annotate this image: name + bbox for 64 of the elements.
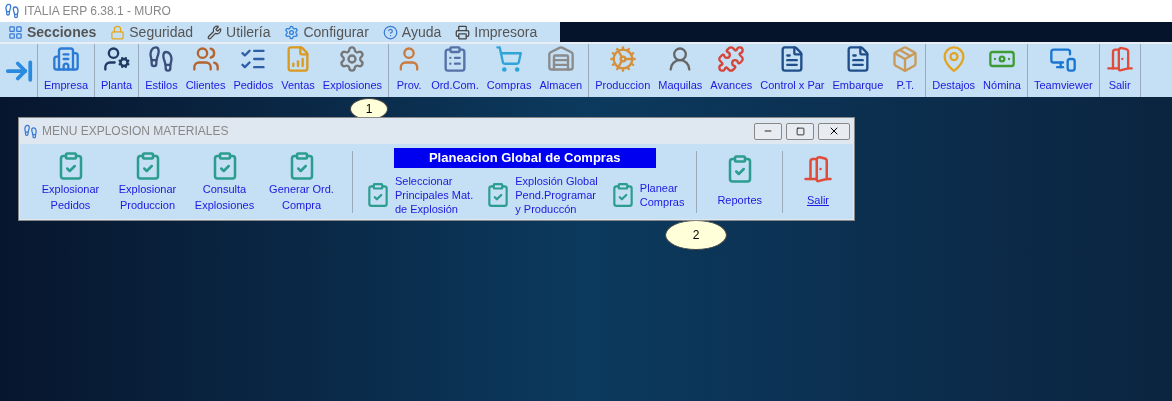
- cog-icon: [608, 44, 637, 73]
- close-button[interactable]: [818, 122, 850, 140]
- toolbar-button[interactable]: Empresa: [40, 44, 93, 97]
- menu-option-button[interactable]: Seleccionar Principales Mat. de Explosión: [364, 173, 474, 216]
- footprints-icon: [147, 44, 176, 73]
- menu-item[interactable]: Secciones: [8, 21, 97, 43]
- dialog-title: MENU EXPLOSION MATERIALES: [42, 123, 229, 140]
- menu-item[interactable]: Seguridad: [110, 21, 194, 43]
- toolbar-button[interactable]: Avances: [706, 44, 757, 97]
- app-logo-icon: [23, 123, 38, 139]
- toolbar-button[interactable]: Compras: [482, 44, 536, 97]
- people-icon: [191, 44, 220, 73]
- warehouse-icon: [546, 44, 575, 73]
- menu-option-button[interactable]: Consulta Explosiones: [186, 150, 263, 213]
- wrench-icon: [207, 24, 223, 40]
- toolbar-button[interactable]: Embarque: [828, 44, 888, 97]
- building-icon: [52, 44, 80, 73]
- grid-icon: [8, 24, 23, 40]
- toolbar-button[interactable]: Nómina: [979, 44, 1025, 97]
- toolbar-button[interactable]: P.T.: [887, 44, 924, 97]
- toolbar-button[interactable]: Ord.Com.: [427, 44, 483, 97]
- worker-icon: [102, 44, 131, 73]
- toolbar-button[interactable]: Maquilas: [654, 44, 707, 97]
- help-icon: [382, 24, 398, 40]
- toolbar-button[interactable]: Ventas: [277, 44, 319, 97]
- box-icon: [891, 44, 920, 73]
- exit-link[interactable]: Salir: [795, 154, 841, 209]
- toolbar-button[interactable]: Estilos: [141, 44, 182, 97]
- menu-item[interactable]: Impresora: [455, 21, 538, 43]
- menu-option-button[interactable]: Planear Compras: [609, 173, 685, 216]
- menu-item[interactable]: Configurar: [284, 21, 369, 43]
- door-icon: [1105, 44, 1134, 73]
- lock-icon: [110, 24, 126, 40]
- cart-icon: [495, 44, 524, 73]
- toolbar-button[interactable]: Almacen: [535, 44, 587, 97]
- maximize-icon: [795, 126, 805, 136]
- menu-option-button[interactable]: Explosionar Pedidos: [32, 150, 109, 213]
- close-icon: [828, 125, 840, 137]
- gear-icon: [338, 44, 367, 73]
- door-icon: [803, 154, 833, 185]
- menu-option-button[interactable]: Explosionar Produccion: [109, 150, 186, 213]
- toolbar-button[interactable]: Control x Par: [756, 44, 829, 97]
- printer-icon: [455, 24, 471, 40]
- toolbar-button[interactable]: Explosiones: [318, 44, 387, 97]
- section-header: Planeacion Global de Compras: [393, 147, 656, 168]
- app-logo-icon: [4, 3, 20, 19]
- window-title: ITALIA ERP 6.38.1 - MURO: [24, 3, 171, 20]
- toolbar-button[interactable]: Planta: [97, 44, 137, 97]
- toolbar-button[interactable]: Pedidos: [229, 44, 278, 97]
- maximize-button[interactable]: [786, 122, 814, 140]
- toolbar-button[interactable]: Destajos: [928, 44, 980, 97]
- toolbar-button[interactable]: Clientes: [181, 44, 230, 97]
- toolbar-button[interactable]: Produccion: [591, 44, 655, 97]
- toolbar-button[interactable]: Teamviewer: [1030, 44, 1097, 97]
- minimize-button[interactable]: [754, 122, 782, 140]
- menu-item[interactable]: Utilería: [207, 21, 271, 43]
- menu-item[interactable]: Ayuda: [382, 21, 442, 43]
- reports-button[interactable]: Reportes: [709, 154, 771, 209]
- puzzle-icon: [717, 44, 746, 73]
- toolbar-button[interactable]: Prov.: [391, 44, 428, 97]
- menu-option-button[interactable]: Generar Ord. Compra: [263, 150, 340, 213]
- menu-option-button[interactable]: Explosión Global Pend.Programar y Produccón: [485, 173, 598, 216]
- toolbar-button[interactable]: Salir: [1101, 44, 1138, 97]
- settings-icon: [284, 24, 300, 40]
